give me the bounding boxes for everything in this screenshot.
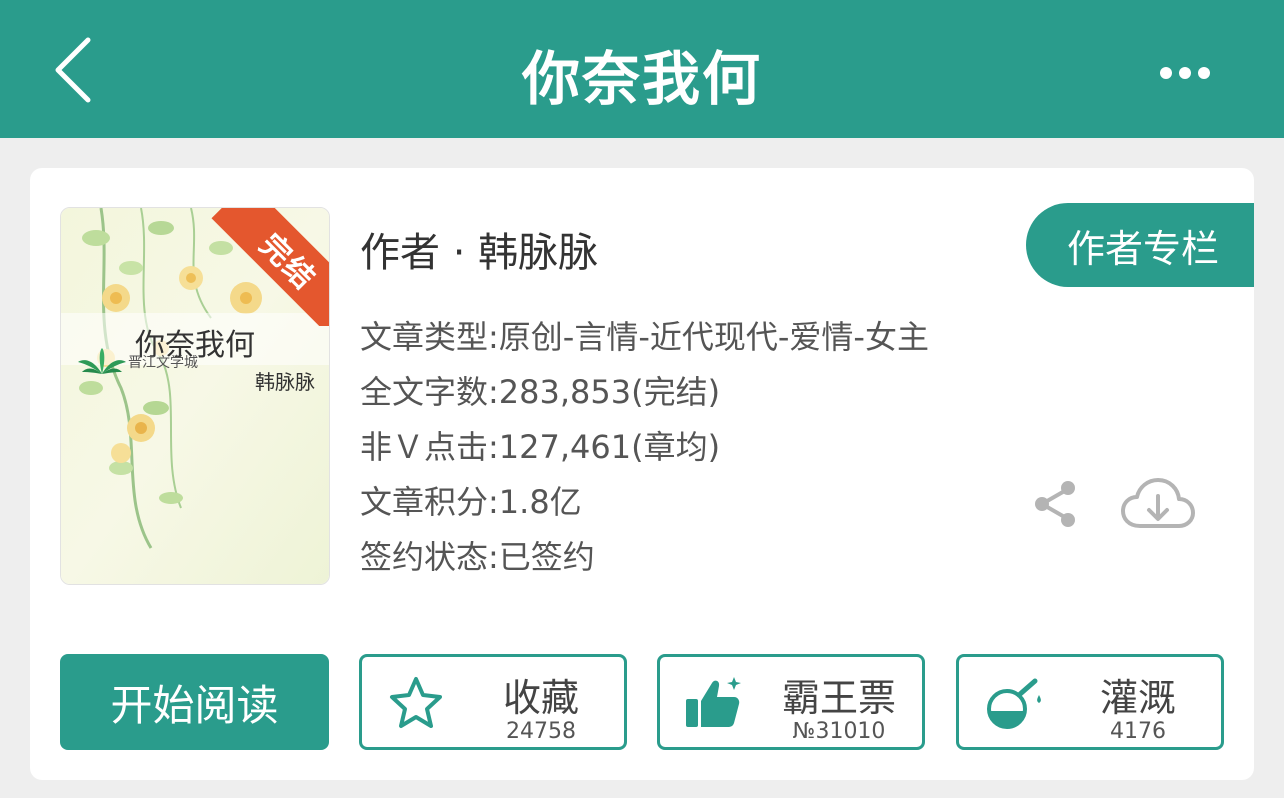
meta-word-count: 全文字数:283,853(完结) (360, 373, 721, 411)
share-icon (1035, 481, 1075, 527)
water-count: 4176 (1110, 719, 1166, 744)
share-button[interactable] (1030, 478, 1082, 530)
more-horizontal-icon (1160, 67, 1210, 79)
page-title: 你奈我何 (521, 45, 762, 113)
start-reading-button[interactable]: 开始阅读 (60, 654, 329, 750)
meta-genre: 文章类型:原创-言情-近代现代-爱情-女主 (360, 318, 929, 356)
vote-label: 霸王票 (781, 676, 896, 720)
top-bar: 你奈我何 (0, 0, 1284, 138)
watering-flask-icon (987, 678, 1041, 729)
favorite-label: 收藏 (502, 676, 579, 720)
cover-author: 韩脉脉 (255, 370, 315, 394)
thumbs-up-icon (686, 677, 741, 727)
water-label: 灌溉 (1099, 676, 1176, 720)
meta-sign-status: 签约状态:已签约 (360, 538, 595, 576)
book-meta: 文章类型:原创-言情-近代现代-爱情-女主 全文字数:283,853(完结) 非… (360, 312, 929, 587)
author-line[interactable]: 作者 · 韩脉脉 (360, 220, 598, 278)
vote-count: №31010 (792, 719, 886, 744)
completed-badge: 完结 (252, 227, 323, 298)
favorite-button[interactable]: 收藏 24758 (359, 654, 627, 750)
water-button[interactable]: 灌溉 4176 (956, 654, 1224, 750)
completed-ribbon: 完结 (211, 208, 329, 326)
cloud-download-icon (1121, 478, 1195, 528)
more-button[interactable] (1150, 56, 1220, 90)
publisher-logo-text: 晋江文学城 (128, 355, 198, 371)
favorite-count: 24758 (506, 719, 576, 744)
meta-clicks: 非Ｖ点击:127,461(章均) (360, 428, 721, 466)
book-cover[interactable]: 你奈我何 韩脉脉 完结 (60, 207, 330, 585)
vote-button[interactable]: 霸王票 №31010 (657, 654, 925, 750)
publisher-logo-icon (78, 348, 126, 374)
star-icon (390, 677, 442, 728)
author-column-button[interactable]: 作者专栏 (1026, 203, 1254, 287)
download-button[interactable] (1120, 476, 1196, 532)
meta-score: 文章积分:1.8亿 (360, 483, 582, 521)
